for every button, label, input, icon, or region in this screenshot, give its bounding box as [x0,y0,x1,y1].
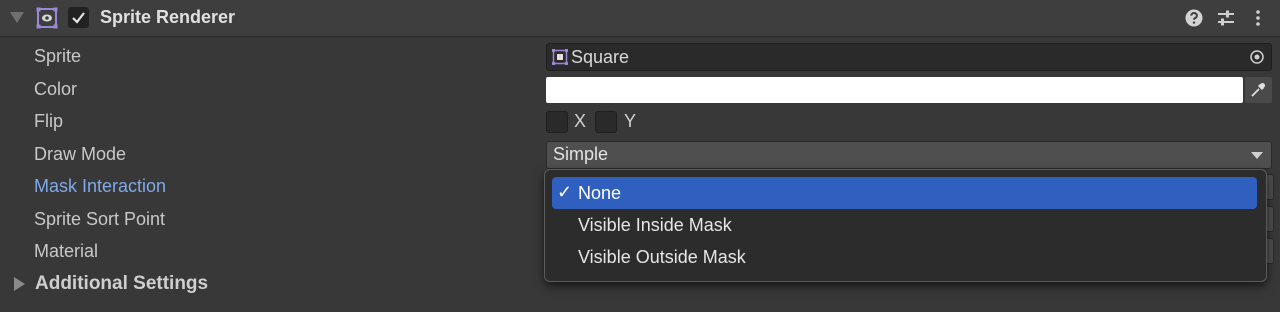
help-icon[interactable] [1184,8,1204,28]
option-visible-outside-mask[interactable]: Visible Outside Mask [552,241,1257,273]
mask-interaction-label: Mask Interaction [34,176,167,196]
sprite-label: Sprite [34,46,82,66]
flip-label: Flip [34,111,64,131]
sprite-value: Square [571,47,630,67]
component-header: Sprite Renderer [0,0,1280,37]
draw-mode-label: Draw Mode [34,144,127,164]
additional-settings-foldout[interactable]: Additional Settings [35,273,208,295]
option-label: Visible Inside Mask [578,215,732,235]
option-none[interactable]: ✓ None [552,177,1257,209]
check-icon: ✓ [557,182,573,202]
option-visible-inside-mask[interactable]: Visible Inside Mask [552,209,1257,241]
dropdown-arrow-icon [1251,152,1263,159]
flip-y-label: Y [624,111,637,131]
checkmark-icon [72,12,85,24]
sprite-sort-point-label: Sprite Sort Point [34,209,166,229]
option-label: Visible Outside Mask [578,247,746,267]
expand-arrow-icon[interactable] [14,277,25,291]
sprite-object-field[interactable]: Square [546,43,1272,71]
mask-interaction-popup: ✓ None Visible Inside Mask Visible Outsi… [544,169,1267,282]
flip-x-checkbox[interactable] [546,111,568,133]
sprite-asset-icon [552,49,568,65]
eyedropper-icon [1251,83,1265,97]
color-swatch[interactable] [546,77,1243,103]
presets-icon[interactable] [1216,8,1236,28]
object-picker-icon[interactable] [1249,49,1265,65]
collapse-arrow-icon[interactable] [10,12,24,23]
sprite-renderer-icon [36,7,58,29]
draw-mode-dropdown[interactable]: Simple [546,141,1272,169]
draw-mode-value: Simple [553,144,609,164]
option-label: None [578,183,622,203]
component-title: Sprite Renderer [100,7,236,27]
eyedropper-button[interactable] [1245,77,1272,103]
component-enabled-checkbox[interactable] [68,7,89,28]
flip-y-checkbox[interactable] [595,111,617,133]
color-label: Color [34,79,78,99]
flip-x-label: X [574,111,587,131]
kebab-menu-icon[interactable] [1248,8,1268,28]
material-label: Material [34,241,99,261]
